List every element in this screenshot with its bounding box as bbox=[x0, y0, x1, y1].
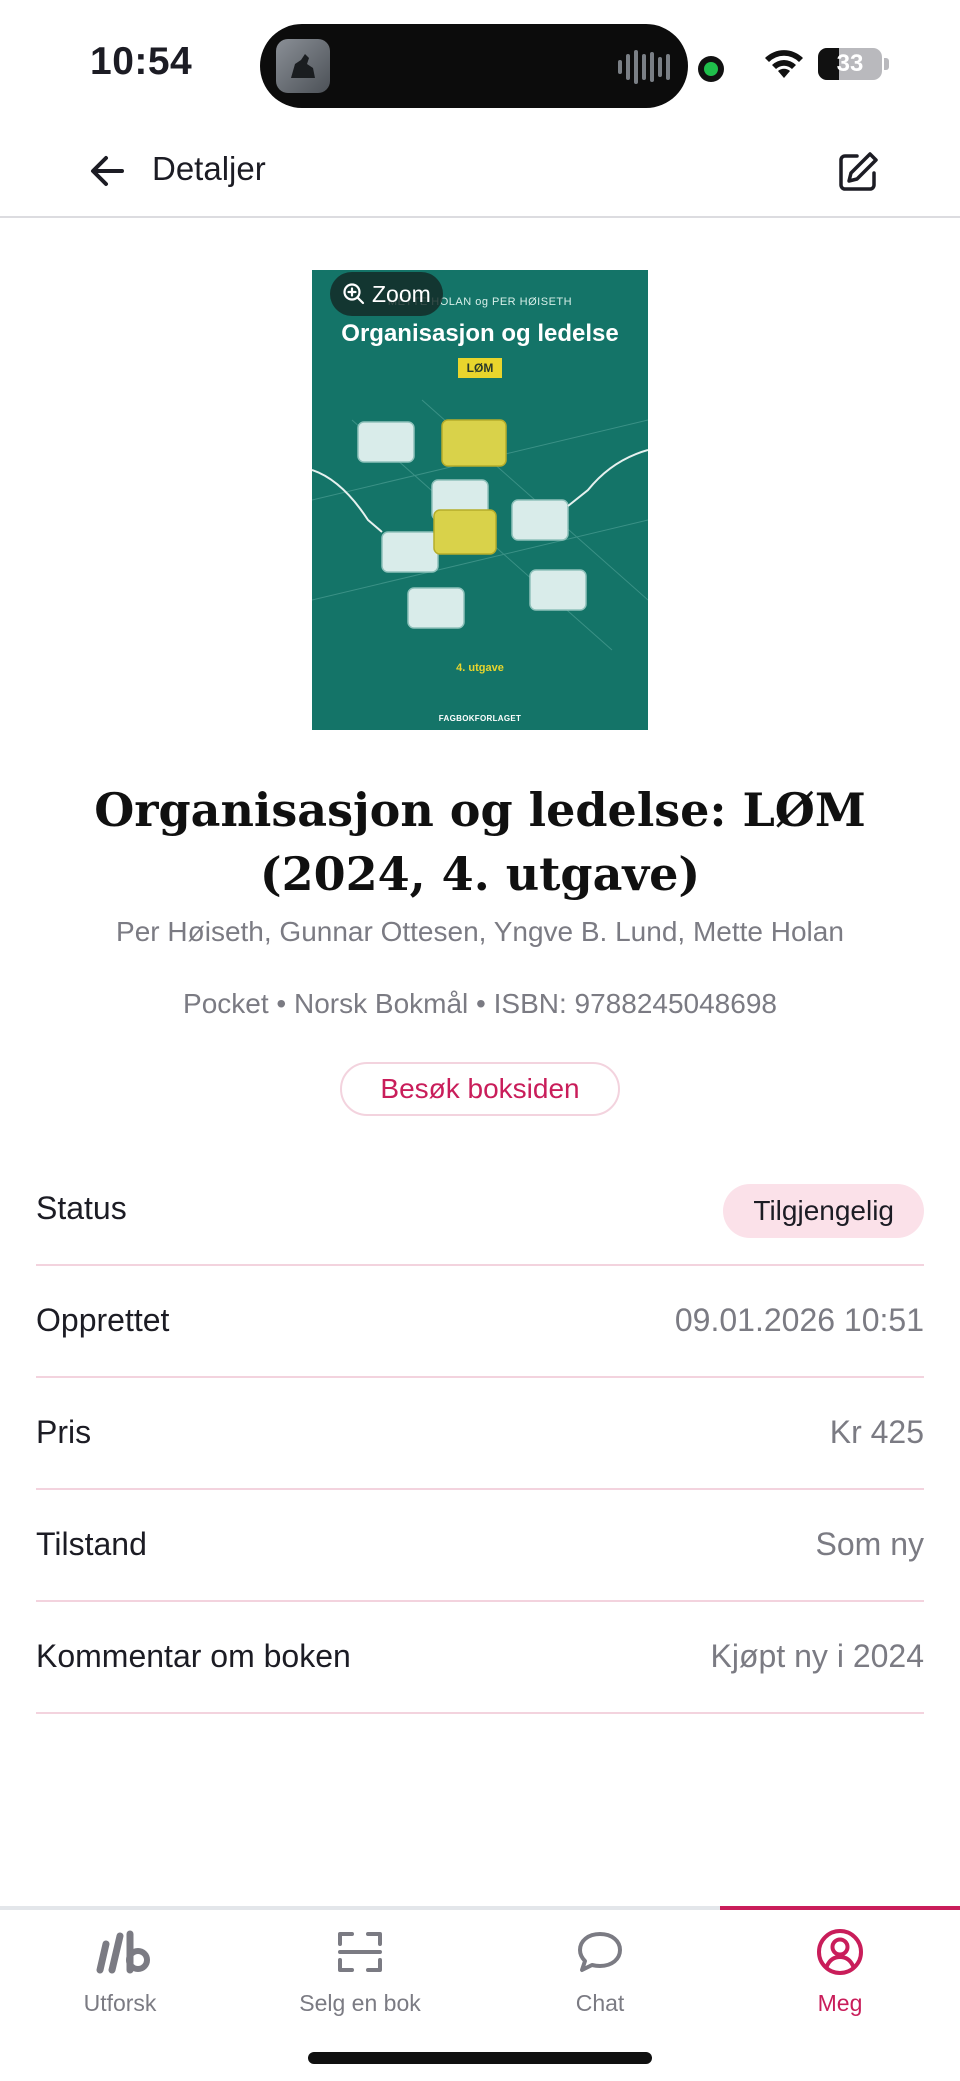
user-circle-icon bbox=[817, 1929, 863, 1975]
lb-logo-icon bbox=[96, 1930, 150, 1974]
comment-value: Kjøpt ny i 2024 bbox=[710, 1638, 924, 1674]
tab-me-label: Meg bbox=[817, 1990, 863, 2016]
tab-sell-book-label: Selg en bok bbox=[299, 1990, 421, 2016]
condition-label: Tilstand bbox=[36, 1526, 147, 1562]
price-label: Pris bbox=[36, 1414, 92, 1450]
zoom-button[interactable]: Zoom bbox=[330, 272, 443, 316]
battery-icon: 33 bbox=[818, 48, 882, 80]
cover-edition: 4. utgave bbox=[456, 662, 504, 674]
zoom-label: Zoom bbox=[372, 280, 431, 307]
scan-frame-icon bbox=[338, 1932, 382, 1972]
cover-publisher: FAGBOKFORLAGET bbox=[438, 714, 522, 723]
book-authors: Per Høiseth, Gunnar Ottesen, Yngve B. Lu… bbox=[116, 916, 844, 947]
zoom-in-icon bbox=[343, 283, 365, 305]
tab-chat[interactable]: Chat bbox=[480, 1910, 720, 2030]
audio-waveform-icon bbox=[618, 50, 670, 84]
condition-value: Som ny bbox=[815, 1526, 924, 1562]
chat-bubble-icon bbox=[578, 1932, 622, 1972]
page-title: Detaljer bbox=[152, 150, 266, 187]
status-badge: Tilgjengelig bbox=[723, 1184, 924, 1238]
detail-row-price: Pris Kr 425 bbox=[36, 1378, 924, 1490]
detail-row-status: Status Tilgjengelig bbox=[36, 1154, 924, 1266]
edit-button[interactable] bbox=[832, 146, 884, 198]
book-title: Organisasjon og ledelse: LØM (2024, 4. u… bbox=[94, 783, 866, 901]
battery-cap bbox=[884, 58, 889, 70]
detail-row-condition: Tilstand Som ny bbox=[36, 1490, 924, 1602]
cover-title: Organisasjon og ledelse bbox=[341, 320, 619, 347]
camera-indicator-icon bbox=[698, 56, 724, 82]
app-header: Detaljer bbox=[0, 130, 960, 218]
cover-badge: LØM bbox=[458, 358, 502, 378]
detail-row-comment: Kommentar om boken Kjøpt ny i 2024 bbox=[36, 1602, 924, 1714]
arrow-left-icon bbox=[91, 156, 124, 186]
tab-sell-book[interactable]: Selg en bok bbox=[240, 1910, 480, 2030]
status-label: Status bbox=[36, 1190, 127, 1226]
comment-label: Kommentar om boken bbox=[36, 1638, 351, 1674]
home-indicator bbox=[308, 2052, 652, 2064]
status-bar: 10:54 33 bbox=[0, 0, 960, 130]
wifi-icon bbox=[762, 48, 806, 87]
created-value: 09.01.2026 10:51 bbox=[674, 1302, 924, 1338]
edit-square-icon bbox=[839, 152, 878, 191]
tab-chat-label: Chat bbox=[575, 1990, 625, 2016]
created-label: Opprettet bbox=[36, 1302, 170, 1338]
price-value: Kr 425 bbox=[829, 1414, 924, 1450]
detail-row-created: Opprettet 09.01.2026 10:51 bbox=[36, 1266, 924, 1378]
visit-book-page-button[interactable]: Besøk boksiden bbox=[340, 1062, 620, 1116]
dynamic-island bbox=[260, 24, 688, 108]
book-meta: Pocket • Norsk Bokmål • ISBN: 9788245048… bbox=[183, 988, 777, 1019]
battery-percent: 33 bbox=[836, 50, 864, 77]
status-time: 10:54 bbox=[90, 40, 193, 83]
details-list: Status Tilgjengelig Opprettet 09.01.2026… bbox=[36, 1154, 924, 1714]
back-button[interactable] bbox=[82, 146, 132, 196]
book-cover-image[interactable]: METTE HOLAN og PER HØISETH Organisasjon … bbox=[312, 270, 648, 730]
tab-explore[interactable]: Utforsk bbox=[0, 1910, 240, 2030]
tab-me[interactable]: Meg bbox=[720, 1910, 960, 2030]
tab-explore-label: Utforsk bbox=[83, 1990, 157, 2016]
now-playing-thumbnail bbox=[276, 39, 330, 93]
